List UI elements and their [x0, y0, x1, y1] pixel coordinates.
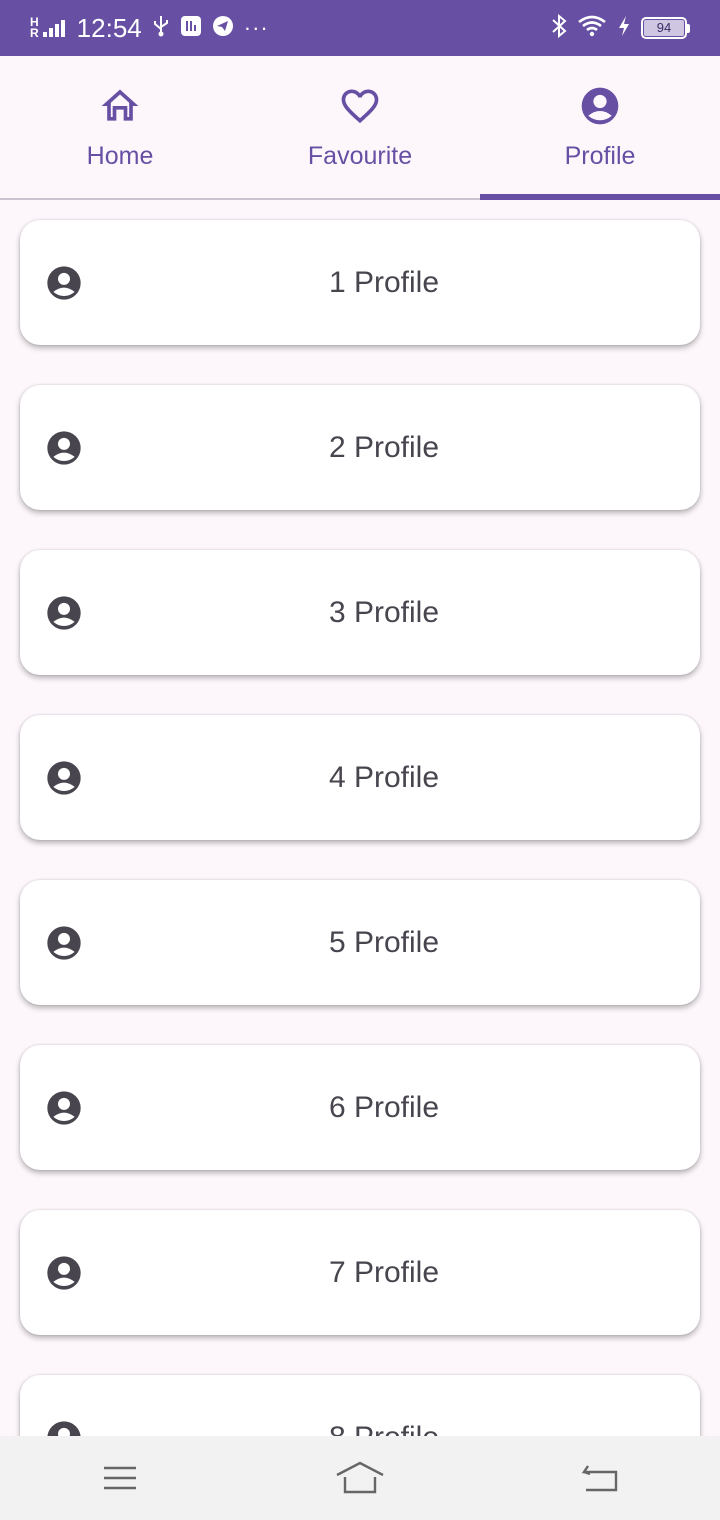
status-bar: HR 12:54 ··· 94 [0, 0, 720, 56]
account-circle-icon [47, 1091, 81, 1125]
list-item-label: 7 Profile [328, 1255, 440, 1289]
battery-icon: 94 [641, 17, 690, 39]
battery-level: 94 [644, 20, 684, 36]
home-outline-icon [336, 1461, 384, 1494]
usb-icon [152, 15, 170, 42]
account-circle-icon [47, 596, 81, 630]
heart-icon [341, 89, 379, 124]
list-item[interactable]: 6 Profile [20, 1045, 700, 1170]
usb-debug-icon [180, 15, 202, 42]
account-circle-icon [47, 266, 81, 300]
list-item-label: 3 Profile [328, 595, 440, 629]
network-type-indicator: HR [30, 15, 39, 40]
profile-list[interactable]: 1 Profile 2 Profile 3 Profile 4 Profile … [0, 200, 720, 1436]
account-circle-icon [47, 1421, 81, 1436]
charging-icon [617, 15, 631, 42]
tab-home-label: Home [86, 142, 154, 170]
list-item[interactable]: 1 Profile [20, 220, 700, 345]
clock: 12:54 [76, 12, 142, 43]
wifi-icon [577, 14, 607, 43]
tab-home[interactable]: Home [0, 56, 240, 198]
account-circle-icon [47, 431, 81, 465]
account-circle-icon [47, 1256, 81, 1290]
list-item[interactable]: 2 Profile [20, 385, 700, 510]
back-icon [581, 1465, 618, 1492]
list-item-label: 5 Profile [328, 925, 440, 959]
tab-bar: Home Favourite Profile [0, 56, 720, 200]
list-item[interactable]: 4 Profile [20, 715, 700, 840]
signal-icon [42, 19, 65, 37]
list-item-label: 8 Profile [20, 1421, 700, 1437]
bluetooth-icon [551, 13, 567, 44]
more-notifications-indicator: ··· [243, 15, 269, 40]
tab-favourite-label: Favourite [307, 142, 413, 170]
list-item-label: 1 Profile [328, 265, 440, 299]
home-button[interactable] [330, 1458, 390, 1498]
tab-profile[interactable]: Profile [480, 56, 720, 200]
home-icon [101, 89, 139, 121]
list-item-label: 4 Profile [328, 760, 440, 794]
account-circle-icon [47, 926, 81, 960]
account-circle-icon [581, 87, 619, 125]
back-button[interactable] [570, 1458, 630, 1498]
list-item-label: 6 Profile [328, 1090, 440, 1124]
menu-button[interactable] [90, 1458, 150, 1498]
tab-favourite[interactable]: Favourite [240, 56, 480, 198]
system-nav-bar [0, 1436, 720, 1520]
menu-icon [104, 1466, 136, 1490]
list-item-label: 2 Profile [328, 430, 440, 464]
account-circle-icon [47, 761, 81, 795]
telegram-icon [212, 15, 234, 42]
list-item[interactable]: 7 Profile [20, 1210, 700, 1335]
list-item[interactable]: 8 Profile [20, 1375, 700, 1436]
list-item[interactable]: 3 Profile [20, 550, 700, 675]
list-item[interactable]: 5 Profile [20, 880, 700, 1005]
tab-profile-label: Profile [564, 142, 636, 170]
